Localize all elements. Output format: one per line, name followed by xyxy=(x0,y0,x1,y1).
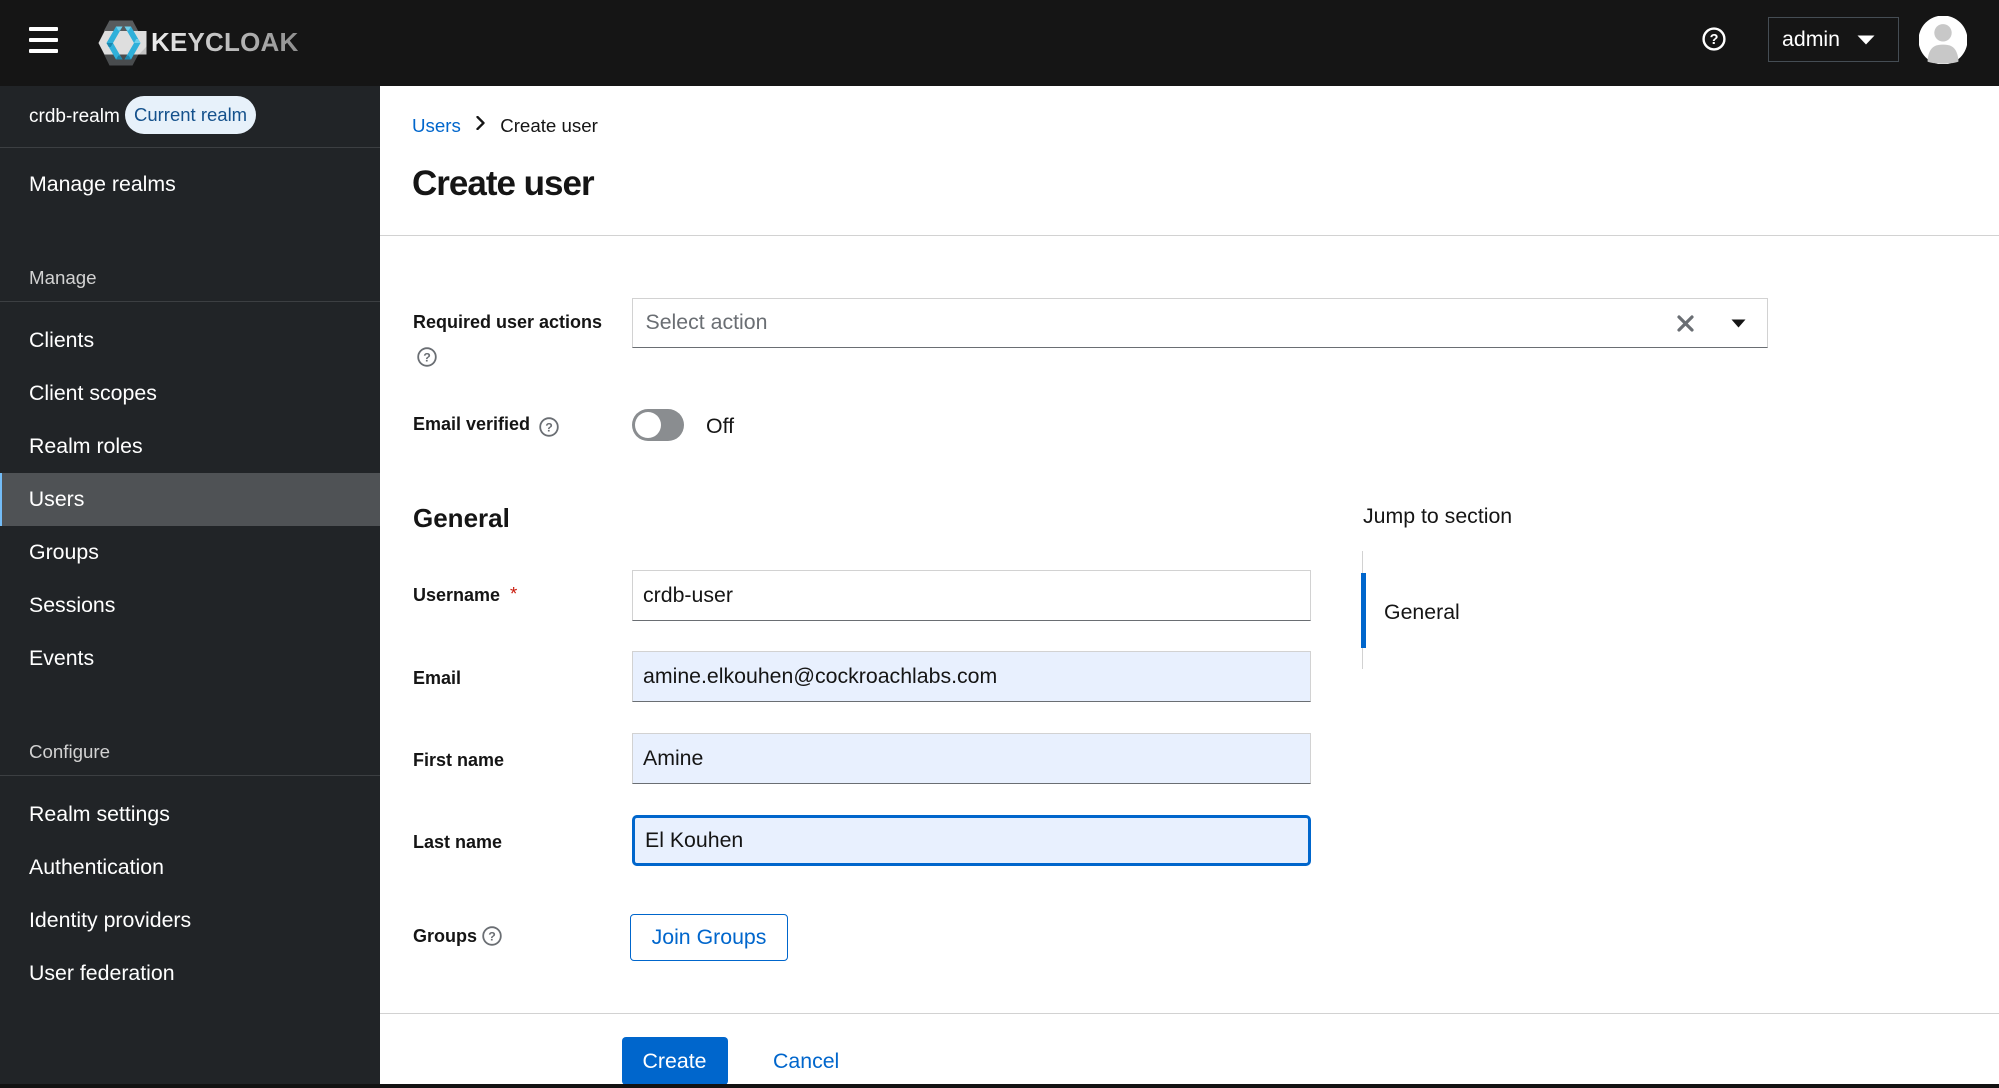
svg-text:?: ? xyxy=(1710,32,1719,48)
svg-text:?: ? xyxy=(488,929,496,943)
svg-text:KEYCLOAK: KEYCLOAK xyxy=(151,27,299,57)
svg-text:?: ? xyxy=(545,420,553,434)
svg-text:?: ? xyxy=(423,350,431,364)
